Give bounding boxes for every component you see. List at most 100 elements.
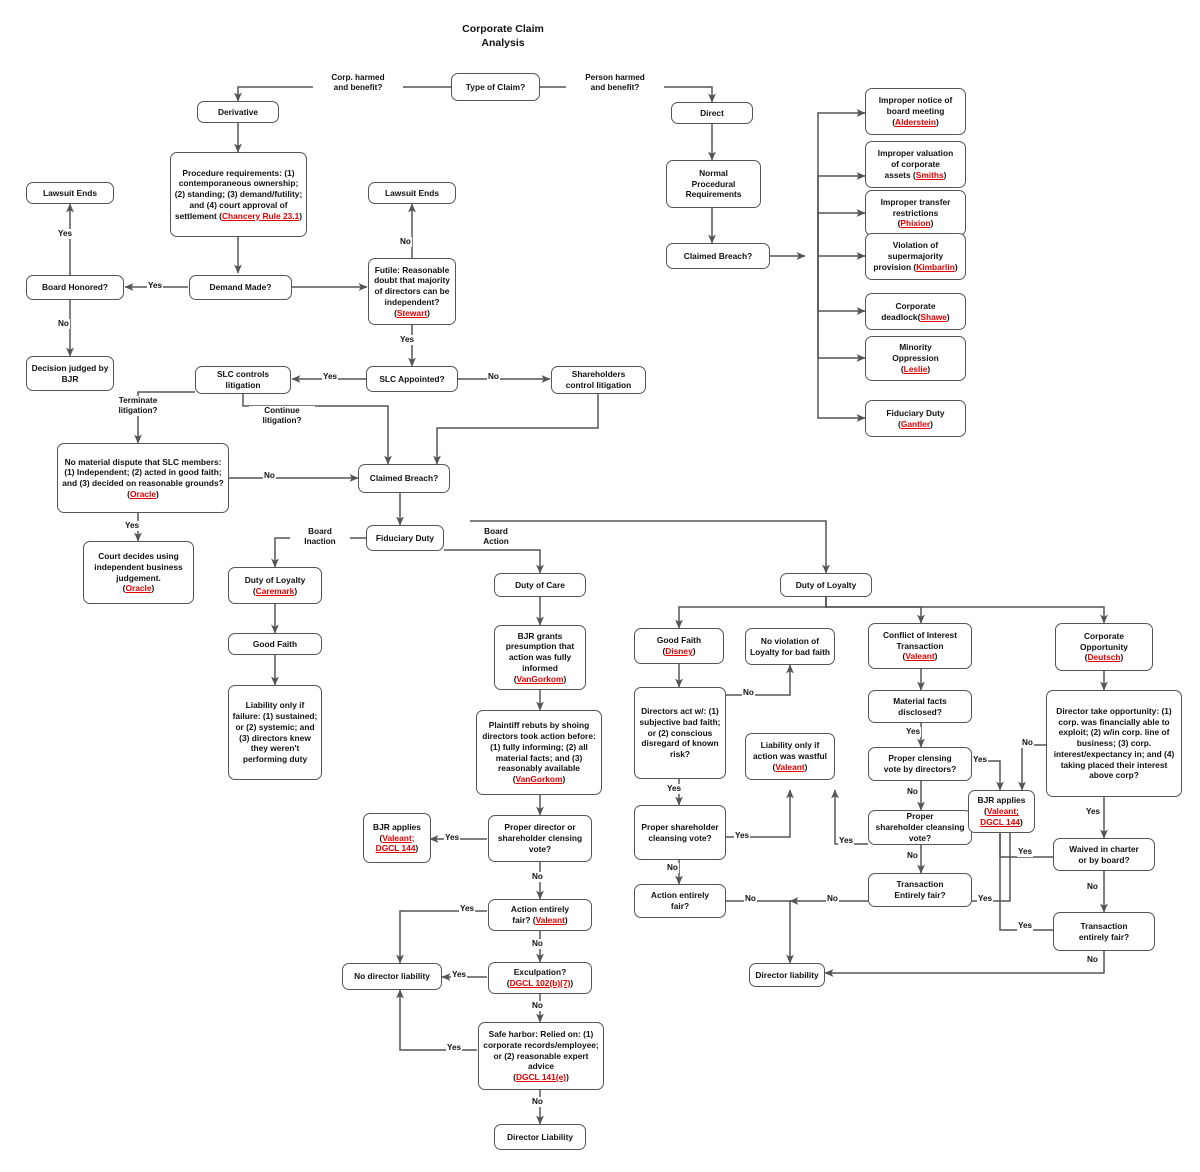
node-fiduciary-duty-right[interactable]: Fiduciary Duty (Gantler) [865, 400, 966, 437]
citation-caremark: Caremark [255, 585, 295, 596]
node-corporate-opportunity[interactable]: Corporate Opportunity (Deutsch) [1055, 623, 1153, 671]
node-futile[interactable]: Futile: Reasonable doubt that majority o… [368, 258, 456, 325]
node-court-decides[interactable]: Court decides using independent business… [83, 541, 194, 604]
edge-label-no-exculpation: No [531, 1001, 544, 1011]
edge-label-person-harmed: Person harmed and benefit? [566, 73, 664, 93]
citation-disney: Disney [665, 646, 693, 656]
node-minority-oppression[interactable]: Minority Oppression (Leslie) [865, 336, 966, 381]
node-type-of-claim[interactable]: Type of Claim? [451, 73, 540, 101]
node-waived-in-charter[interactable]: Waived in charter or by board? [1053, 838, 1155, 871]
node-decision-judged-bjr[interactable]: Decision judged by BJR [26, 356, 114, 391]
node-proper-shareholder-vote-gf[interactable]: Proper shareholder cleansing vote? [634, 805, 726, 860]
citation-phixion: Phixion [900, 218, 931, 229]
node-bjr-grants[interactable]: BJR grants presumption that action was f… [494, 625, 586, 690]
node-normal-procedural[interactable]: Normal Procedural Requirements [666, 160, 761, 208]
node-fiduciary-duty-main[interactable]: Fiduciary Duty [366, 525, 444, 551]
citation-gantler: Gantler [900, 418, 931, 429]
node-board-honored[interactable]: Board Honored? [26, 275, 124, 300]
node-slc-appointed[interactable]: SLC Appointed? [366, 366, 458, 392]
citation-leslie: Leslie [903, 363, 928, 374]
node-proper-director-vote[interactable]: Proper director or shareholder clensing … [488, 815, 592, 862]
node-good-faith-disney[interactable]: Good Faith (Disney) [634, 628, 724, 664]
edge-label-yes-shareholder-gf: Yes [734, 831, 751, 841]
edge-label-corp-harmed: Corp. harmed and benefit? [313, 73, 403, 93]
node-lawsuit-ends-left[interactable]: Lawsuit Ends [26, 182, 114, 204]
edge-label-no-bad-faith: No [742, 688, 755, 698]
node-director-liability-right[interactable]: Director liability [749, 963, 825, 987]
page-title-line-2: Analysis [481, 37, 525, 50]
node-improper-notice[interactable]: Improper notice of board meeting (Alderste… [865, 88, 966, 135]
citation-kimbarlin: Kimbarlin [916, 261, 955, 272]
node-exculpation[interactable]: Exculpation? (DGCL 102(b)(7)) [488, 962, 592, 994]
node-safe-harbor[interactable]: Safe harbor: Relied on: (1) corporate re… [478, 1022, 604, 1090]
node-no-material-dispute[interactable]: No material dispute that SLC members: (1… [57, 443, 229, 513]
citation-valeant-care: Valeant; [382, 832, 415, 843]
node-claimed-breach-left[interactable]: Claimed Breach? [358, 464, 450, 493]
node-no-director-liability[interactable]: No director liability [342, 963, 442, 990]
edge-label-no-action-fair-gf: No [744, 894, 757, 904]
node-procedure-requirements[interactable]: Procedure requirements: (1) contemporane… [170, 152, 307, 237]
node-shareholders-control[interactable]: Shareholders control litigation [551, 366, 646, 394]
citation-oracle-2: Oracle [125, 583, 152, 594]
node-demand-made[interactable]: Demand Made? [189, 275, 292, 300]
citation-valeant-waste: Valeant [775, 761, 805, 772]
edge-label-yes-demand: Yes [147, 281, 164, 291]
node-proper-shareholder-vote-coi[interactable]: Proper shareholder cleansing vote? [868, 810, 972, 845]
edge-label-no-director-take: No [1021, 738, 1034, 748]
citation-deutsch: Deutsch [1087, 652, 1121, 663]
edge-label-no-futile: No [399, 237, 412, 247]
node-bjr-applies-right[interactable]: BJR applies (Valeant; DGCL 144) [968, 790, 1035, 833]
node-duty-of-loyalty-action[interactable]: Duty of Loyalty [780, 573, 872, 597]
edge-label-yes-slc-controls: Yes [322, 372, 339, 382]
node-derivative[interactable]: Derivative [197, 101, 279, 123]
node-duty-of-care[interactable]: Duty of Care [494, 573, 586, 597]
node-material-facts-disclosed[interactable]: Material facts disclosed? [868, 690, 972, 723]
edge-label-yes-transaction-fair-co: Yes [1017, 921, 1034, 931]
node-bjr-applies-care[interactable]: BJR applies (Valeant; DGCL 144) [363, 813, 431, 863]
edge-label-yes-shareholder-coi-wasteful: Yes [838, 836, 855, 846]
node-slc-controls[interactable]: SLC controls litigation [195, 366, 291, 394]
citation-vangorkom-2: VanGorkom [515, 774, 563, 784]
citation-valeant-coi: Valeant [905, 651, 935, 662]
node-claimed-breach-right[interactable]: Claimed Breach? [666, 243, 770, 269]
node-director-liability-bottom[interactable]: Director Liability [494, 1124, 586, 1150]
citation-dgcl-144-care: DGCL 144 [375, 843, 416, 854]
edge-label-yes-cleansing-directors: Yes [972, 755, 989, 765]
edge-label-yes-exculpation: Yes [451, 970, 468, 980]
node-duty-of-loyalty-caremark[interactable]: Duty of Loyalty (Caremark) [228, 567, 322, 604]
node-no-violation-loyalty[interactable]: No violation of Loyalty for bad faith [745, 628, 835, 665]
node-transaction-entirely-fair-coi[interactable]: Transaction Entirely fair? [868, 873, 972, 907]
node-improper-valuation[interactable]: Improper valuation of corporate assets (Sm… [865, 141, 966, 188]
node-violation-supermajority[interactable]: Violation of supermajority provision (Kimb… [865, 233, 966, 280]
node-improper-transfer[interactable]: Improper transfer restrictions (Phixion) [865, 190, 966, 236]
edge-label-yes-court-decides: Yes [124, 521, 141, 531]
node-proper-cleansing-directors[interactable]: Proper clensing vote by directors? [868, 747, 972, 781]
edge-label-yes-director-take: Yes [1085, 807, 1102, 817]
node-plaintiff-rebuts[interactable]: Plaintiff rebuts by shoing directors too… [476, 710, 602, 795]
edge-label-yes-action-fair-care: Yes [459, 904, 476, 914]
node-liability-wasteful[interactable]: Liability only if action was wastful (Val… [745, 733, 835, 780]
citation-alderstein: Alderstein [895, 116, 936, 127]
page-title-line-1: Corporate Claim [462, 23, 544, 35]
edge-label-no-transaction-fair-co: No [1086, 955, 1099, 965]
edge-label-board-inaction: Board Inaction [290, 527, 350, 547]
node-liability-only-failure[interactable]: Liability only if failure: (1) sustained… [228, 685, 322, 780]
edge-label-yes-futile: Yes [399, 335, 416, 345]
citation-oracle-1: Oracle [129, 488, 157, 499]
edge-label-yes-bjr-care: Yes [444, 833, 461, 843]
node-action-entirely-fair-care[interactable]: Action entirely fair? (Valeant) [488, 899, 592, 931]
edge-label-yes-material-facts: Yes [905, 727, 922, 737]
edge-label-no-shareholder-gf: No [666, 863, 679, 873]
node-conflict-of-interest[interactable]: Conflict of Interest Transaction (Valeant… [868, 623, 972, 669]
citation-dgcl-144-right: DGCL 144 [980, 816, 1021, 827]
node-lawsuit-ends-right[interactable]: Lawsuit Ends [368, 182, 456, 204]
node-good-faith-left[interactable]: Good Faith [228, 633, 322, 655]
citation-valeant-right: Valeant; [986, 806, 1019, 817]
node-transaction-entirely-fair-co[interactable]: Transaction entirely fair? [1053, 912, 1155, 951]
node-direct[interactable]: Direct [671, 102, 753, 124]
node-corporate-deadlock[interactable]: Corporate deadlock(Shawe) [865, 293, 966, 330]
node-directors-act-bad-faith[interactable]: Directors act w/: (1) subjective bad fai… [634, 687, 726, 779]
node-director-take-opportunity[interactable]: Director take opportunity: (1) corp. was… [1046, 690, 1182, 797]
node-action-entirely-fair-gf[interactable]: Action entirely fair? [634, 884, 726, 918]
edge-label-yes-transaction-fair-coi: Yes [977, 894, 994, 904]
